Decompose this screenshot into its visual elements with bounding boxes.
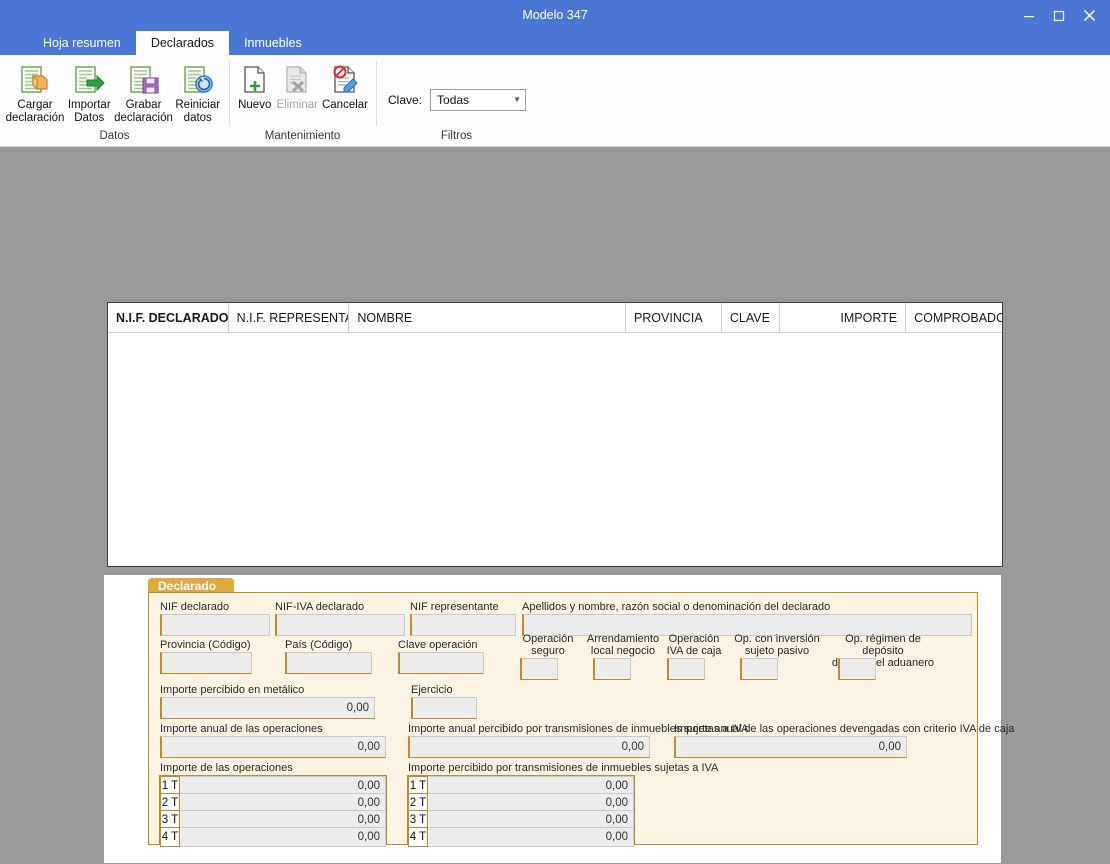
ejercicio-label: Ejercicio xyxy=(411,684,453,696)
apellidos-nombre-label: Apellidos y nombre, razón social o denom… xyxy=(522,601,831,613)
clave-operacion-label: Clave operación xyxy=(398,639,478,651)
operacion-iva-caja-label: Operación IVA de caja xyxy=(666,633,722,657)
clave-operacion-input[interactable] xyxy=(398,652,484,674)
tab-inmuebles[interactable]: Inmuebles xyxy=(229,31,317,55)
grabar-declaracion-button[interactable]: Grabar declaración xyxy=(114,59,173,125)
operacion-seguro-label: Operación seguro xyxy=(522,633,574,657)
ribbon-group-datos-items: Cargar declaración Importar Datos Grabar… xyxy=(0,59,229,125)
ribbon-group-filtros-items: Clave: Todas ▼ xyxy=(376,59,537,111)
op-inversion-sujeto-pasivo-label: Op. con inversión sujeto pasivo xyxy=(734,633,820,657)
reset-data-icon xyxy=(182,63,214,97)
importar-datos-button[interactable]: Importar Datos xyxy=(64,59,115,125)
cancel-edit-icon xyxy=(330,63,360,97)
ribbon-group-datos-label: Datos xyxy=(99,130,130,142)
tab-declarados[interactable]: Declarados xyxy=(135,31,230,55)
cancelar-label: Cancelar xyxy=(321,99,369,111)
grid-col-nombre[interactable]: NOMBRE xyxy=(349,303,626,332)
pais-codigo-input[interactable] xyxy=(285,652,372,674)
ribbon-group-datos: Cargar declaración Importar Datos Grabar… xyxy=(0,55,229,146)
cargar-declaracion-label: Cargar declaración xyxy=(5,99,65,124)
grid-col-clave[interactable]: CLAVE xyxy=(722,303,780,332)
quarter-right-4-input[interactable]: 0,00 xyxy=(428,827,634,847)
importar-datos-label: Importar Datos xyxy=(67,99,111,124)
importe-metalico-label: Importe percibido en metálico xyxy=(160,684,305,696)
close-icon[interactable] xyxy=(1074,0,1104,31)
ribbon-group-mantenimiento: Nuevo Eliminar Cancelar Mantenimiento xyxy=(229,55,376,146)
quarters-left-label: Importe de las operaciones xyxy=(160,762,293,774)
nif-declarado-label: NIF declarado xyxy=(160,601,230,613)
arrendamiento-local-label: Arrendamiento local negocio xyxy=(586,633,660,657)
minimize-icon[interactable] xyxy=(1014,0,1044,31)
pais-codigo-label: País (Código) xyxy=(285,639,353,651)
grid-col-nif-representante[interactable]: N.I.F. REPRESENTA... xyxy=(229,303,350,332)
quarter-row-left-4: 4 T 0,00 xyxy=(160,827,386,847)
provincia-codigo-label: Provincia (Código) xyxy=(160,639,251,651)
ejercicio-input[interactable] xyxy=(411,697,477,719)
quarters-right-label: Importe percibido por transmisiones de i… xyxy=(408,762,719,774)
ribbon-group-mantenimiento-label: Mantenimiento xyxy=(264,130,341,142)
nif-iva-declarado-input[interactable] xyxy=(275,614,405,636)
grid-col-nif-declarado[interactable]: N.I.F. DECLARADO xyxy=(108,303,229,332)
grid-col-importe[interactable]: IMPORTE xyxy=(780,303,907,332)
tab-hoja-resumen[interactable]: Hoja resumen xyxy=(28,31,136,55)
operacion-seguro-input[interactable] xyxy=(520,658,558,680)
ribbon-group-filtros-label: Filtros xyxy=(440,130,473,142)
grid-body[interactable] xyxy=(108,333,1002,566)
clave-filter-value: Todas xyxy=(437,93,470,107)
new-record-icon xyxy=(240,63,270,97)
op-regimen-deposito-input[interactable] xyxy=(838,658,876,680)
importe-anual-operaciones-input[interactable]: 0,00 xyxy=(160,736,386,758)
importe-anual-iva-caja-label: Importe anual de las operaciones devenga… xyxy=(674,723,1015,735)
workspace: N.I.F. DECLARADO N.I.F. REPRESENTA... NO… xyxy=(0,147,1110,864)
op-inversion-sujeto-pasivo-input[interactable] xyxy=(740,658,778,680)
grid-col-comprobado[interactable]: COMPROBADO xyxy=(906,303,1002,332)
reiniciar-datos-button[interactable]: Reiniciar datos xyxy=(173,59,224,125)
window-controls xyxy=(1014,0,1104,31)
declarado-detail-panel: Declarado NIF declarado NIF-IVA declarad… xyxy=(103,574,1014,864)
window-title: Modelo 347 xyxy=(522,8,588,22)
grabar-declaracion-label: Grabar declaración xyxy=(114,99,173,124)
nif-representante-label: NIF representante xyxy=(410,601,499,613)
importe-anual-iva-caja-input[interactable]: 0,00 xyxy=(674,736,907,758)
maximize-icon[interactable] xyxy=(1044,0,1074,31)
ribbon: Cargar declaración Importar Datos Grabar… xyxy=(0,55,1110,147)
reiniciar-datos-label: Reiniciar datos xyxy=(175,99,221,124)
ribbon-group-mantenimiento-items: Nuevo Eliminar Cancelar xyxy=(229,59,376,112)
importe-metalico-input[interactable]: 0,00 xyxy=(160,697,375,719)
save-declaration-icon xyxy=(128,63,160,97)
ribbon-group-filtros: Clave: Todas ▼ Filtros xyxy=(376,55,537,146)
grid-col-provincia[interactable]: PROVINCIA xyxy=(626,303,722,332)
chevron-down-icon: ▼ xyxy=(513,95,522,104)
quarter-left-4-input[interactable]: 0,00 xyxy=(180,827,386,847)
app-window: Modelo 347 Hoja resumen Declarados Inmue… xyxy=(0,0,1110,864)
arrendamiento-local-input[interactable] xyxy=(593,658,631,680)
eliminar-label: Eliminar xyxy=(276,99,318,111)
nif-representante-input[interactable] xyxy=(410,614,516,636)
import-data-icon xyxy=(73,63,105,97)
quarter-left-4-label: 4 T xyxy=(160,827,180,847)
nuevo-button[interactable]: Nuevo xyxy=(235,59,274,112)
cargar-declaracion-button[interactable]: Cargar declaración xyxy=(6,59,64,125)
importe-anual-operaciones-label: Importe anual de las operaciones xyxy=(160,723,323,735)
declarado-fieldset: NIF declarado NIF-IVA declarado NIF repr… xyxy=(148,592,1014,847)
operacion-iva-caja-input[interactable] xyxy=(667,658,705,680)
importe-anual-inmuebles-input[interactable]: 0,00 xyxy=(408,736,650,758)
delete-record-icon xyxy=(282,63,312,97)
quarter-row-right-4: 4 T 0,00 xyxy=(408,827,634,847)
grid-header-row: N.I.F. DECLARADO N.I.F. REPRESENTA... NO… xyxy=(108,303,1002,333)
clave-filter-label: Clave: xyxy=(388,93,423,107)
declarados-grid: N.I.F. DECLARADO N.I.F. REPRESENTA... NO… xyxy=(107,302,1003,567)
nif-iva-declarado-label: NIF-IVA declarado xyxy=(275,601,365,613)
clave-filter-select[interactable]: Todas ▼ xyxy=(430,89,527,111)
title-bar: Modelo 347 xyxy=(0,0,1110,31)
quarter-right-4-label: 4 T xyxy=(408,827,428,847)
load-declaration-icon xyxy=(19,63,51,97)
tab-strip: Hoja resumen Declarados Inmuebles xyxy=(0,31,1110,55)
nif-declarado-input[interactable] xyxy=(160,614,270,636)
cancelar-button[interactable]: Cancelar xyxy=(320,59,370,112)
nuevo-label: Nuevo xyxy=(238,99,272,111)
eliminar-button: Eliminar xyxy=(274,59,320,112)
provincia-codigo-input[interactable] xyxy=(160,652,252,674)
